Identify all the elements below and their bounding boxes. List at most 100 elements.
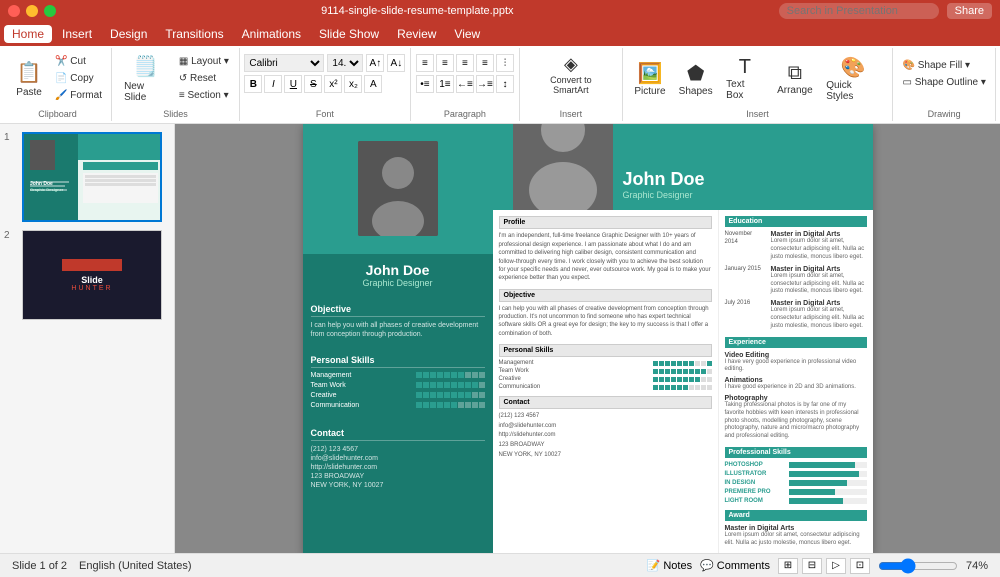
font-name-select[interactable]: Calibri (244, 54, 324, 72)
clipboard-items: 📋 Paste ✂️ Cut 📄 Copy 🖌️ Format (9, 50, 106, 107)
contact-phone: (212) 123 4567 (311, 445, 485, 454)
edu-item-1: November 2014 Master in Digital Arts Lor… (725, 231, 867, 261)
layout-button[interactable]: ▦ Layout ▾ (175, 54, 233, 69)
menu-design[interactable]: Design (102, 25, 155, 43)
edu-text-3: Lorem ipsum dolor sit amet, consectetur … (771, 307, 867, 330)
edu-date-1: November 2014 (725, 231, 767, 261)
section-button[interactable]: ≡ Section ▾ (175, 88, 233, 103)
quick-styles-button[interactable]: 🎨 Quick Styles (820, 51, 886, 106)
font-color-button[interactable]: A (364, 75, 382, 93)
copy-button[interactable]: 📄 Copy (51, 71, 106, 86)
dot (701, 369, 706, 374)
paste-button[interactable]: 📋 Paste (9, 56, 49, 102)
clipboard-group: 📋 Paste ✂️ Cut 📄 Copy 🖌️ Format Clipboar… (4, 48, 112, 121)
menu-insert[interactable]: Insert (54, 25, 100, 43)
smartart-group-label: Insert (560, 107, 583, 119)
align-left-button[interactable]: ≡ (416, 54, 434, 72)
resume-right-panel: John Doe Graphic Designer Profile I'm an… (493, 124, 873, 553)
dot-empty (707, 377, 712, 382)
menu-home[interactable]: Home (4, 25, 52, 43)
dot (437, 372, 443, 378)
slide-sorter-button[interactable]: ⊟ (802, 558, 822, 574)
menu-animations[interactable]: Animations (234, 25, 309, 43)
objective-text: I can help you with all phases of creati… (311, 321, 485, 339)
subscript-button[interactable]: x₂ (344, 75, 362, 93)
align-center-button[interactable]: ≡ (436, 54, 454, 72)
align-right-button[interactable]: ≡ (456, 54, 474, 72)
strikethrough-button[interactable]: S (304, 75, 322, 93)
edu-text-1: Lorem ipsum dolor sit amet, consectetur … (771, 238, 867, 261)
picture-button[interactable]: 🖼️ Picture (629, 57, 671, 101)
dot-empty (472, 392, 478, 398)
menu-review[interactable]: Review (389, 25, 444, 43)
columns-button[interactable]: ⫶ (496, 54, 514, 72)
shapes-button[interactable]: ⬟ Shapes (673, 57, 718, 101)
header-name: John Doe (623, 169, 705, 190)
presenter-view-button[interactable]: ⊡ (850, 558, 870, 574)
normal-view-button[interactable]: ⊞ (778, 558, 798, 574)
arrange-button[interactable]: ⧉ Arrange (772, 58, 819, 100)
superscript-button[interactable]: x² (324, 75, 342, 93)
underline-button[interactable]: U (284, 75, 302, 93)
zoom-slider[interactable] (878, 558, 958, 574)
line-spacing-button[interactable]: ↕ (496, 75, 514, 93)
reading-view-button[interactable]: ▷ (826, 558, 846, 574)
comments-button[interactable]: 💬 Comments (700, 559, 770, 572)
font-increase-button[interactable]: A↑ (366, 54, 384, 72)
comments-icon: 💬 (700, 559, 714, 572)
dot (707, 361, 712, 366)
dot (416, 402, 422, 408)
reset-button[interactable]: ↺ Reset (175, 71, 233, 86)
menu-slideshow[interactable]: Slide Show (311, 25, 387, 43)
maximize-icon[interactable] (44, 5, 56, 17)
arrange-icon: ⧉ (788, 62, 802, 85)
dot (653, 385, 658, 390)
justify-button[interactable]: ≡ (476, 54, 494, 72)
smartart-icon: ◈ (564, 54, 578, 75)
number-list-button[interactable]: 1≡ (436, 75, 454, 93)
convert-smartart-button[interactable]: ◈ Convert to SmartArt (526, 50, 616, 99)
language-info: English (United States) (79, 560, 192, 572)
drawing-group: 🎨 Shape Fill ▾ ▭ Shape Outline ▾ Drawing (893, 48, 996, 121)
font-decrease-button[interactable]: A↓ (387, 54, 405, 72)
dot-empty (695, 361, 700, 366)
dot-empty (479, 402, 485, 408)
slide-1-thumbnail[interactable]: John DoeGraphic Designer (22, 132, 162, 222)
contact-website: http://slidehunter.com (311, 463, 485, 472)
paste-label: Paste (16, 87, 42, 98)
ps-label: Communication (499, 384, 541, 390)
prof-skill-name: LIGHT ROOM (725, 498, 785, 504)
exp-title-3: Photography (725, 395, 867, 402)
close-icon[interactable] (8, 5, 20, 17)
font-size-select[interactable]: 14.9 (327, 54, 363, 72)
cut-button[interactable]: ✂️ Cut (51, 54, 106, 69)
bullet-button[interactable]: •≡ (416, 75, 434, 93)
dot (683, 369, 688, 374)
drawing-items: 🎨 Shape Fill ▾ ▭ Shape Outline ▾ (898, 50, 989, 90)
objective-section-title: Objective (499, 289, 712, 302)
bold-button[interactable]: B (244, 75, 262, 93)
notes-button[interactable]: 📝 Notes (647, 559, 692, 572)
slide-2-thumbnail[interactable]: Slide HUNTER (22, 230, 162, 320)
shape-outline-button[interactable]: ▭ Shape Outline ▾ (898, 75, 989, 90)
resume-left-panel: John Doe Graphic Designer Objective I ca… (303, 124, 493, 553)
italic-button[interactable]: I (264, 75, 282, 93)
share-button[interactable]: Share (947, 3, 992, 19)
quick-styles-label: Quick Styles (826, 80, 880, 102)
slide-canvas: John Doe Graphic Designer Objective I ca… (303, 124, 873, 553)
textbox-button[interactable]: T Text Box (720, 52, 769, 105)
shapes-icon: ⬟ (687, 61, 704, 86)
shape-fill-button[interactable]: 🎨 Shape Fill ▾ (898, 58, 989, 73)
minimize-icon[interactable] (26, 5, 38, 17)
new-slide-button[interactable]: 🗒️ New Slide (118, 50, 173, 107)
new-slide-icon: 🗒️ (133, 54, 158, 79)
slide-thumb-1: 1 John DoeGraphic Designer (4, 132, 170, 222)
indent-right-button[interactable]: →≡ (476, 75, 494, 93)
header-title: Graphic Designer (623, 190, 705, 200)
format-button[interactable]: 🖌️ Format (51, 88, 106, 103)
menu-transitions[interactable]: Transitions (157, 25, 231, 43)
search-input[interactable] (779, 3, 939, 19)
menu-view[interactable]: View (446, 25, 488, 43)
indent-left-button[interactable]: ←≡ (456, 75, 474, 93)
skill-name: Creative (311, 392, 337, 399)
